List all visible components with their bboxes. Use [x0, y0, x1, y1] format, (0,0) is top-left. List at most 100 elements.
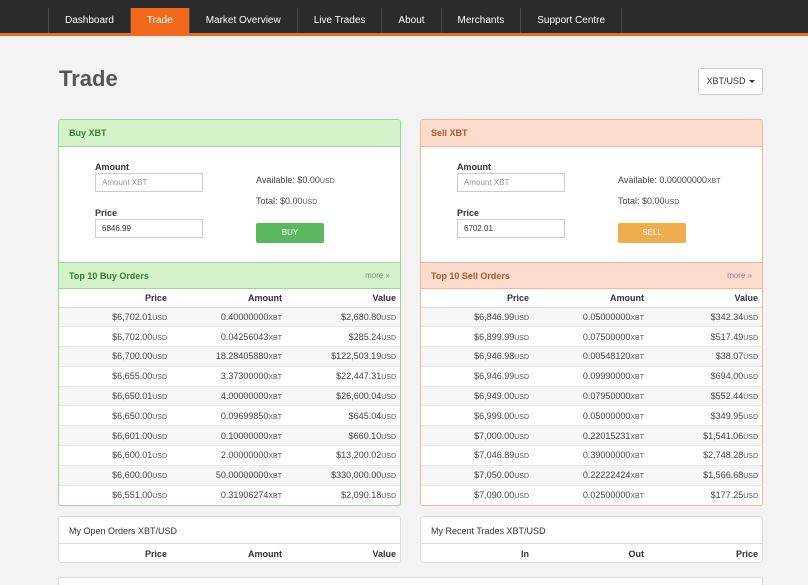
nav-merchants[interactable]: Merchants — [442, 8, 522, 33]
buy-amount-input[interactable] — [95, 173, 203, 192]
cell-price: $6,946.99USD — [421, 365, 533, 387]
cell-amount: 50.00000000XBT — [171, 464, 286, 486]
buy-available-value: $0.00 — [297, 175, 320, 185]
table-row[interactable]: $6,700.00USD 18.28405880XBT $122,503.19USD — [59, 346, 400, 367]
sell-form: Amount Price Available: 0.00000000XBT To… — [421, 147, 762, 262]
cell-price: $6,946.98USD — [421, 346, 533, 367]
buy-button[interactable]: BUY — [256, 223, 324, 243]
nav-market-overview[interactable]: Market Overview — [190, 8, 298, 33]
cell-unit: XBT — [268, 413, 282, 421]
cell-value: $645.04USD — [286, 405, 400, 426]
nav-dashboard[interactable]: Dashboard — [49, 8, 131, 33]
table-row[interactable]: $6,650.01USD 4.00000000XBT $26,600.04USD — [59, 385, 400, 406]
cell-value-text: 18.28405880 — [215, 351, 269, 362]
nav-about[interactable]: About — [382, 8, 442, 33]
table-row[interactable]: $6,846.99USD 0.05000000XBT $342.34USD — [421, 306, 762, 327]
cell-unit: XBT — [268, 473, 282, 481]
cell-unit: XBT — [268, 374, 282, 382]
table-row[interactable]: $6,946.99USD 0.09990000XBT $694.00USD — [421, 365, 762, 387]
cell-value: $26,600.04USD — [286, 385, 400, 406]
open-orders-table: Price Amount Value — [59, 544, 400, 562]
table-row[interactable]: $7,000.00USD 0.22015231XBT $1,541.06USD — [421, 425, 762, 446]
cell-value-text: $1,566.68 — [703, 470, 744, 481]
table-row[interactable]: $6,551.00USD 0.31906274XBT $2,090.18USD — [59, 484, 400, 505]
cell-value-text: $7,090.00 — [474, 490, 515, 501]
table-row[interactable]: $6,899.99USD 0.07500000XBT $517.49USD — [421, 326, 762, 347]
table-row[interactable]: $7,050.00USD 0.22222424XBT $1,566.68USD — [421, 464, 762, 486]
cell-unit: USD — [381, 453, 396, 461]
cell-value-text: 0.39000000 — [582, 450, 631, 461]
buy-orders-more-link[interactable]: more » — [365, 263, 390, 289]
table-row[interactable]: $6,655.00USD 3.37300000XBT $22,447.31USD — [59, 365, 400, 387]
col-in: In — [521, 548, 529, 559]
cell-value: $694.00USD — [648, 365, 762, 387]
sell-price-input[interactable] — [457, 219, 565, 238]
table-row[interactable]: $6,600.01USD 2.00000000XBT $13,200.02USD — [59, 445, 400, 466]
cell-amount: 0.00548120XBT — [533, 346, 648, 367]
cell-unit: USD — [743, 374, 758, 382]
cell-value: $517.49USD — [648, 326, 762, 347]
cell-unit: XBT — [630, 374, 644, 382]
cell-unit: XBT — [268, 354, 282, 362]
pair-dropdown[interactable]: XBT/USD — [698, 68, 763, 95]
nav-trade[interactable]: Trade — [130, 8, 190, 33]
table-row[interactable]: $6,702.01USD 0.40000000XBT $2,680.80USD — [59, 306, 400, 327]
cell-unit: USD — [152, 334, 167, 342]
cell-unit: XBT — [630, 314, 644, 322]
table-row[interactable]: $7,090.00USD 0.02500000XBT $177.25USD — [421, 484, 762, 505]
sell-orders-more-link[interactable]: more » — [727, 263, 752, 289]
cell-value-text: $6,650.00 — [112, 410, 153, 421]
cell-unit: USD — [514, 473, 529, 481]
cell-unit: XBT — [268, 493, 282, 501]
buy-total: Total: $0.00USD — [256, 196, 317, 206]
cell-unit: USD — [743, 394, 758, 402]
cell-price: $6,702.01USD — [59, 306, 171, 327]
cell-unit: USD — [152, 433, 167, 441]
buy-available-unit: USD — [319, 178, 335, 185]
cell-unit: USD — [152, 354, 167, 362]
buy-price-input[interactable] — [95, 219, 203, 238]
cell-unit: USD — [152, 394, 167, 402]
cell-amount: 0.10000000XBT — [171, 425, 286, 446]
table-row[interactable]: $6,999.00USD 0.05000000XBT $349.95USD — [421, 405, 762, 426]
cell-value-text: $6,846.99 — [474, 311, 515, 322]
sell-price-label: Price — [457, 208, 480, 218]
cell-value: $1,566.68USD — [648, 464, 762, 486]
cell-value-text: $13,200.02 — [336, 450, 382, 461]
buy-orders-header: Top 10 Buy Orders more » — [59, 262, 400, 289]
table-row[interactable]: $6,946.98USD 0.00548120XBT $38.07USD — [421, 346, 762, 367]
cell-value-text: 2.00000000 — [220, 450, 269, 461]
nav-live-trades[interactable]: Live Trades — [298, 8, 383, 33]
nav-accent-line — [0, 33, 808, 36]
caret-down-icon — [748, 80, 755, 84]
cell-value: $38.07USD — [648, 346, 762, 367]
sell-panel-header: Sell XBT — [421, 120, 762, 147]
cell-value-text: 0.09699850 — [220, 410, 269, 421]
cell-unit: USD — [152, 473, 167, 481]
cell-amount: 0.39000000XBT — [533, 445, 648, 466]
cell-amount: 0.02500000XBT — [533, 484, 648, 505]
cell-amount: 0.05000000XBT — [533, 306, 648, 327]
cell-amount: 4.00000000XBT — [171, 385, 286, 406]
cell-value-text: 0.07950000 — [582, 391, 631, 402]
nav-support-centre[interactable]: Support Centre — [521, 8, 623, 33]
sell-available-unit: XBT — [706, 178, 721, 185]
cell-value: $349.95USD — [648, 405, 762, 426]
table-row[interactable]: $6,601.00USD 0.10000000XBT $660.10USD — [59, 425, 400, 446]
table-row[interactable]: $6,650.00USD 0.09699850XBT $645.04USD — [59, 405, 400, 426]
table-row[interactable]: $6,949.00USD 0.07950000XBT $552.44USD — [421, 385, 762, 406]
cell-value-text: $6,999.00 — [474, 410, 515, 421]
cell-price: $6,949.00USD — [421, 385, 533, 406]
cell-value: $122,503.19USD — [286, 346, 400, 367]
sell-button[interactable]: SELL — [618, 223, 686, 243]
cell-value-text: $6,702.00 — [112, 331, 153, 342]
sell-amount-label: Amount — [457, 162, 491, 172]
cell-value: $2,748.28USD — [648, 445, 762, 466]
table-row[interactable]: $6,702.00USD 0.04256043XBT $285.24USD — [59, 326, 400, 347]
sell-amount-input[interactable] — [457, 173, 565, 192]
cell-value-text: $6,551.00 — [112, 490, 153, 501]
table-row[interactable]: $7,046.89USD 0.39000000XBT $2,748.28USD — [421, 445, 762, 466]
col-price: Price — [144, 548, 167, 559]
table-row[interactable]: $6,600.00USD 50.00000000XBT $330,000.00USD — [59, 464, 400, 486]
cell-unit: USD — [152, 493, 167, 501]
